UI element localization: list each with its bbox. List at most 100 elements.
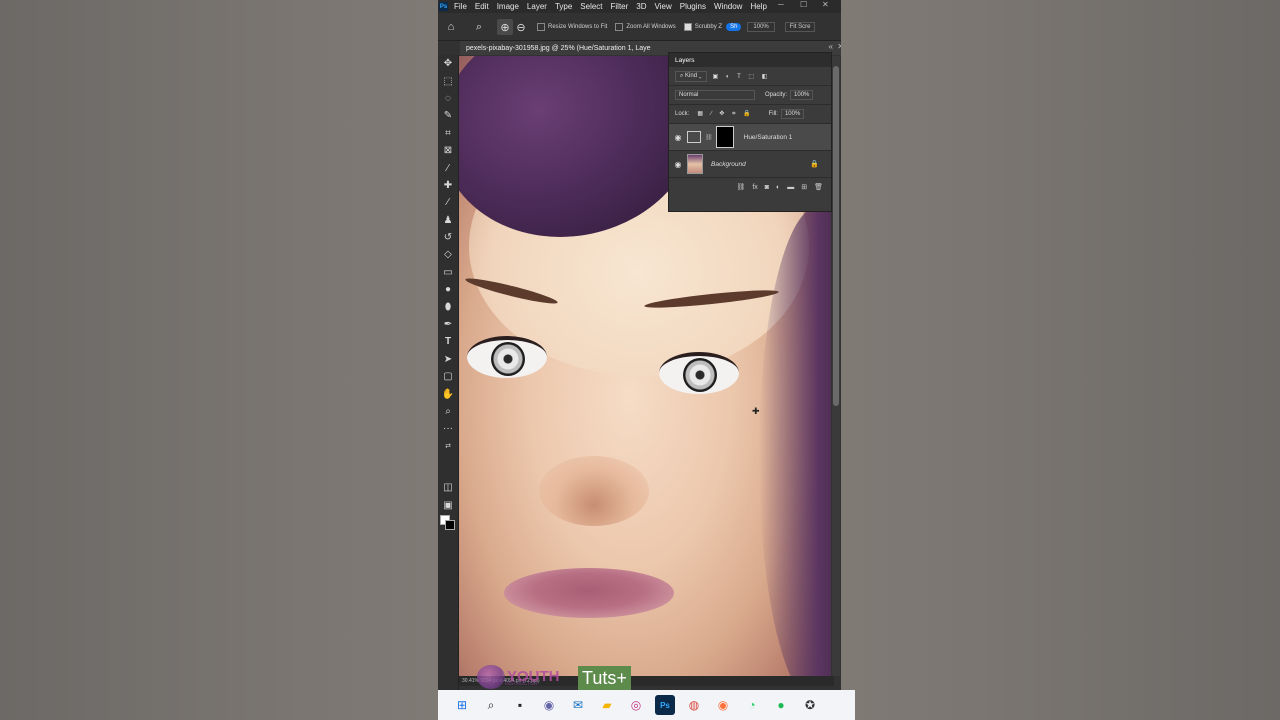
zoom-out-icon[interactable]: ⊖ — [513, 19, 529, 35]
more-tools-icon[interactable]: ··· — [438, 420, 458, 437]
whatsapp-icon[interactable]: ◔ — [742, 695, 762, 715]
filter-kind-dropdown[interactable]: ⌕ Kind ⌄ — [675, 70, 707, 82]
left-eye — [467, 336, 547, 378]
delete-layer-icon[interactable]: 🗑 — [814, 183, 823, 191]
menu-edit[interactable]: Edit — [475, 2, 489, 11]
search-icon[interactable]: ⌕ — [481, 695, 501, 715]
lock-artboard-icon[interactable]: ⌗ — [732, 111, 735, 117]
dodge-tool-icon[interactable]: ⬮ — [438, 298, 458, 315]
menu-layer[interactable]: Layer — [527, 2, 547, 11]
zoom-tool-icon[interactable]: ⌕ — [471, 19, 487, 35]
quick-select-tool-icon[interactable]: ✎ — [438, 107, 458, 124]
new-adjustment-icon[interactable]: ◐ — [776, 184, 780, 191]
close-icon[interactable]: ✕ — [822, 0, 829, 9]
default-colors-icon[interactable]: ⇄ — [438, 438, 458, 455]
chat-icon[interactable]: ◉ — [539, 695, 559, 715]
zoom-all-checkbox[interactable]: Zoom All Windows — [615, 23, 676, 31]
layer-background[interactable]: ◉ Background 🔒 — [669, 151, 831, 178]
lock-all-icon[interactable]: 🔒 — [743, 111, 750, 117]
rectangle-tool-icon[interactable]: ▢ — [438, 368, 458, 385]
filter-adjustment-icon[interactable]: ◐ — [726, 74, 730, 80]
crop-tool-icon[interactable]: ⌗ — [438, 125, 458, 142]
pen-tool-icon[interactable]: ✒ — [438, 316, 458, 333]
filter-kind-label: Kind — [685, 72, 698, 79]
history-brush-tool-icon[interactable]: ↺ — [438, 229, 458, 246]
background-color-swatch[interactable] — [445, 520, 455, 530]
new-group-icon[interactable]: ▬ — [787, 184, 794, 191]
menu-filter[interactable]: Filter — [611, 2, 629, 11]
layer-mask-thumbnail[interactable] — [715, 126, 734, 148]
mail-icon[interactable]: ✉ — [568, 695, 588, 715]
scrollbar-thumb[interactable] — [833, 66, 839, 406]
visibility-eye-icon[interactable]: ◉ — [669, 160, 687, 169]
menu-help[interactable]: Help — [750, 2, 766, 11]
link-layers-icon[interactable]: ⛓ — [736, 183, 745, 191]
resize-windows-checkbox[interactable]: Resize Windows to Fit — [537, 23, 607, 31]
link-icon[interactable]: ⛓ — [705, 134, 713, 141]
zoom-tool-icon[interactable]: ⌕ — [438, 403, 458, 420]
move-tool-icon[interactable]: ✥ — [438, 55, 458, 72]
menu-type[interactable]: Type — [555, 2, 572, 11]
firefox-icon[interactable]: ◉ — [713, 695, 733, 715]
fill-input[interactable]: 100% — [780, 109, 805, 119]
quick-mask-icon[interactable]: ◫ — [438, 479, 458, 496]
fill-label: Fill: — [768, 111, 778, 117]
app-icon[interactable]: ✪ — [800, 695, 820, 715]
healing-brush-tool-icon[interactable]: ✚ — [438, 177, 458, 194]
menu-3d[interactable]: 3D — [636, 2, 646, 11]
menu-view[interactable]: View — [655, 2, 672, 11]
filter-pixel-icon[interactable]: ▣ — [713, 74, 719, 80]
windows-start-icon[interactable]: ⊞ — [452, 695, 472, 715]
lock-transparency-icon[interactable]: ▦ — [697, 111, 703, 117]
task-view-icon[interactable]: ▪ — [510, 695, 530, 715]
path-select-tool-icon[interactable]: ➤ — [438, 351, 458, 368]
fit-screen-button[interactable]: Fit Scre — [784, 22, 816, 32]
frame-tool-icon[interactable]: ⊠ — [438, 142, 458, 159]
photoshop-taskbar-icon[interactable]: Ps — [655, 695, 675, 715]
scrubby-zoom-checkbox[interactable]: Scrubby Z — [683, 23, 722, 31]
lock-pixels-icon[interactable]: ∕ — [711, 111, 712, 117]
type-tool-icon[interactable]: T — [438, 333, 458, 350]
blend-mode-dropdown[interactable]: Normal — [675, 90, 755, 100]
clone-stamp-tool-icon[interactable]: ♟ — [438, 212, 458, 229]
minimize-icon[interactable]: ─ — [778, 0, 784, 9]
eraser-tool-icon[interactable]: ◇ — [438, 246, 458, 263]
file-explorer-icon[interactable]: ▰ — [597, 695, 617, 715]
maximize-icon[interactable]: ☐ — [800, 0, 807, 9]
zoom-in-icon[interactable]: ⊕ — [497, 19, 513, 35]
panel-close-icon[interactable]: ✕ — [837, 42, 841, 51]
chrome-icon[interactable]: ◍ — [684, 695, 704, 715]
menu-window[interactable]: Window — [714, 2, 742, 11]
add-mask-icon[interactable]: ◙ — [765, 184, 769, 191]
lock-icon: 🔒 — [810, 161, 819, 168]
menu-image[interactable]: Image — [497, 2, 519, 11]
screen-mode-icon[interactable]: ▣ — [438, 496, 458, 513]
blur-tool-icon[interactable]: ● — [438, 281, 458, 298]
menu-file[interactable]: File — [454, 2, 467, 11]
eyedropper-tool-icon[interactable]: ⁄ — [438, 159, 458, 176]
new-layer-icon[interactable]: ⊞ — [801, 183, 807, 191]
lasso-tool-icon[interactable]: ◌ — [438, 90, 458, 107]
filter-shape-icon[interactable]: ⬚ — [748, 74, 754, 80]
instagram-icon[interactable]: ◎ — [626, 695, 646, 715]
layer-hue-saturation[interactable]: ◉ ⛓ Hue/Saturation 1 — [669, 124, 831, 151]
menu-plugins[interactable]: Plugins — [680, 2, 706, 11]
home-icon[interactable]: ⌂ — [443, 19, 459, 35]
panel-collapse-icon[interactable]: « — [829, 42, 833, 51]
menu-select[interactable]: Select — [580, 2, 602, 11]
lock-position-icon[interactable]: ✥ — [719, 111, 724, 117]
vertical-scrollbar[interactable] — [832, 56, 840, 676]
brush-tool-icon[interactable]: ∕ — [438, 194, 458, 211]
youth-logo-icon — [477, 665, 505, 689]
gradient-tool-icon[interactable]: ▭ — [438, 264, 458, 281]
opacity-input[interactable]: 100% — [790, 90, 814, 100]
zoom-percent-button[interactable]: 100% — [747, 22, 775, 32]
marquee-tool-icon[interactable]: ⬚ — [438, 72, 458, 89]
spotify-icon[interactable]: ● — [771, 695, 791, 715]
visibility-eye-icon[interactable]: ◉ — [669, 133, 687, 142]
hand-tool-icon[interactable]: ✋ — [438, 385, 458, 402]
filter-smart-object-icon[interactable]: ◧ — [762, 74, 768, 80]
fx-icon[interactable]: fx — [752, 184, 757, 191]
filter-type-icon[interactable]: T — [737, 74, 741, 80]
photoshop-logo-icon: Ps — [439, 2, 448, 11]
